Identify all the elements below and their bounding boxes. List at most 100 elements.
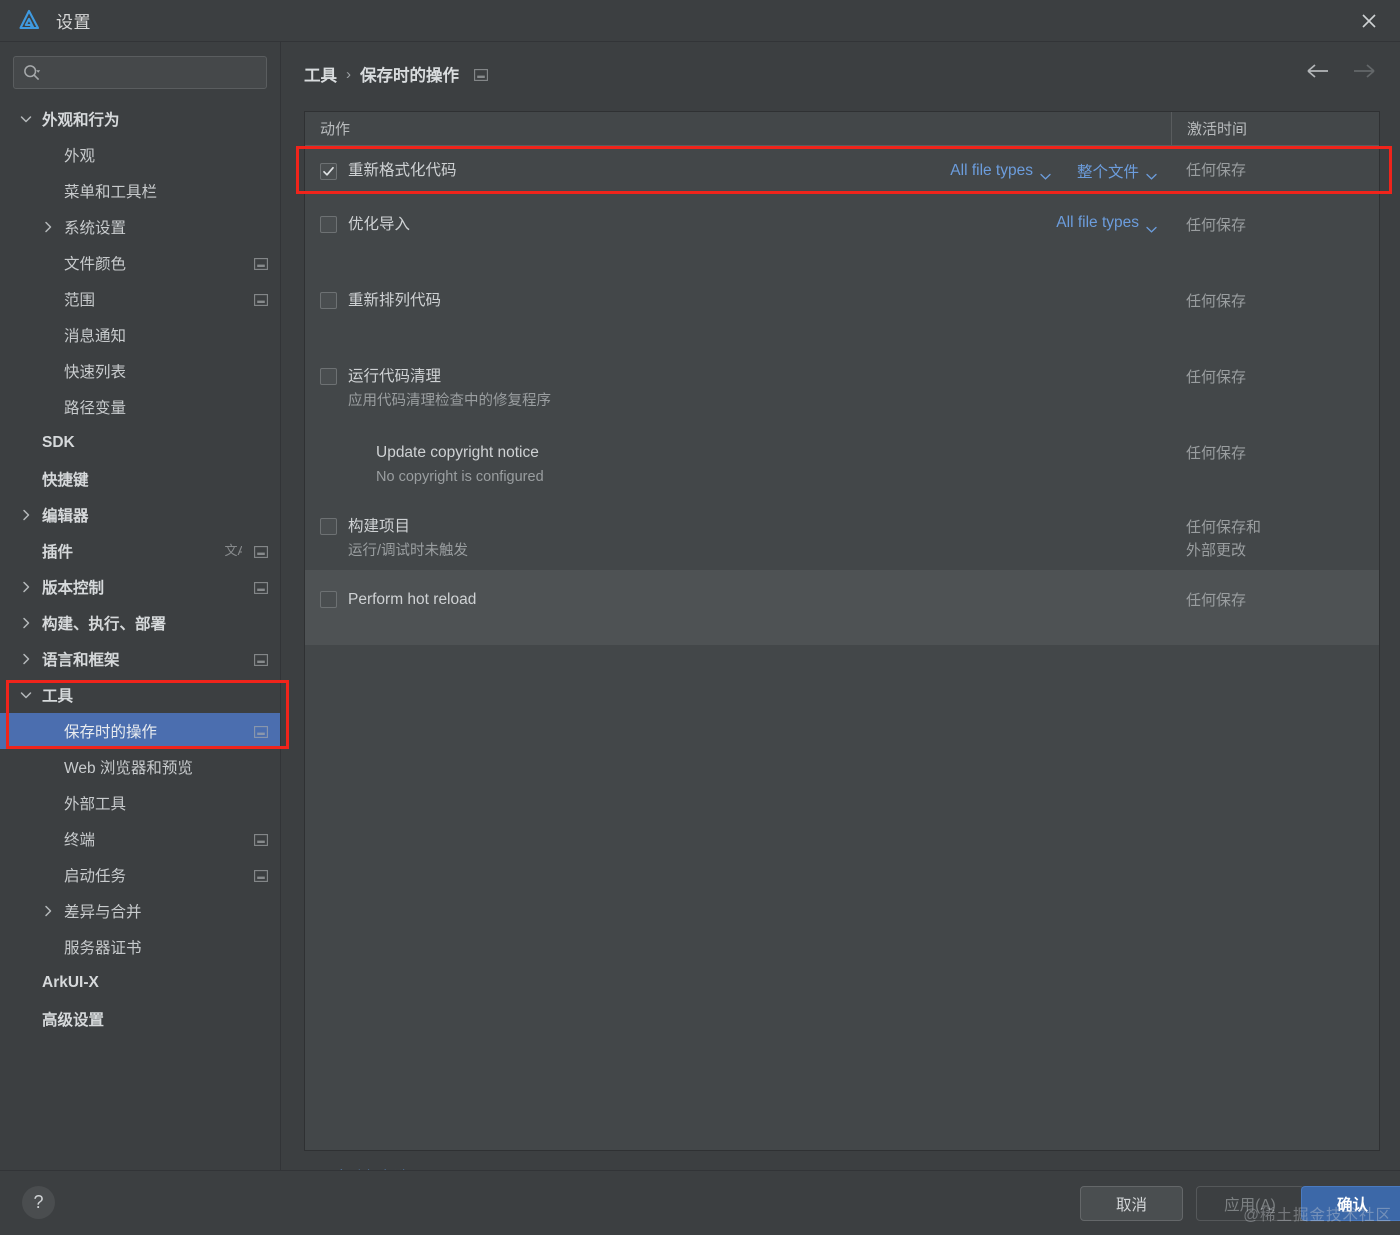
row-checkbox[interactable]	[320, 292, 337, 309]
row-optimize-imports[interactable]: 优化导入 All file types 任何保存	[305, 194, 1379, 270]
settings-dialog: 设置 外观和行为 外观 菜单和工具栏 系统设置 文件颜色 范围消息通知快速列表路径变量 SD…	[0, 0, 1400, 1235]
sidebar-item-label: 工具	[42, 688, 74, 705]
row-reformat-code[interactable]: 重新格式化代码 All file types 整个文件 任何保存	[305, 146, 1379, 194]
sidebar-item-appearance[interactable]: 外观	[0, 137, 280, 173]
activation-time: 任何保存和 外部更改	[1186, 519, 1262, 559]
sidebar-item-actions-on-save[interactable]: 保存时的操作	[0, 713, 280, 749]
sidebar-item-label: 插件	[42, 544, 74, 561]
chevron-right-icon[interactable]	[18, 651, 34, 667]
translate-icon[interactable]: 文A	[224, 542, 247, 560]
row-activation-cell: 任何保存和 外部更改	[1171, 496, 1379, 570]
row-checkbox[interactable]	[320, 162, 337, 180]
breadcrumb: 工具 › 保存时的操作	[304, 62, 488, 86]
column-header-action: 动作	[320, 121, 351, 138]
sidebar-item-label: 快速列表	[64, 364, 127, 381]
chevron-down-icon	[1040, 167, 1051, 180]
row-text-group: Update copyright notice No copyright is c…	[376, 442, 544, 487]
sidebar-item-diff-merge[interactable]: 差异与合并	[0, 893, 280, 929]
row-action-cell: Perform hot reload	[305, 570, 1171, 645]
chevron-down-icon	[1146, 220, 1157, 233]
row-update-copyright-notice[interactable]: Update copyright notice No copyright is c…	[305, 422, 1379, 496]
row-run-code-cleanup[interactable]: 运行代码清理 应用代码清理检查中的修复程序 任何保存	[305, 346, 1379, 422]
sidebar-item-arkui-x[interactable]: ArkUI-X	[0, 965, 280, 1001]
sidebar-item-tools[interactable]: 工具	[0, 677, 280, 713]
activation-time: 任何保存	[1186, 592, 1247, 609]
settings-box-icon[interactable]	[254, 653, 268, 666]
sidebar-item-advanced-settings[interactable]: 高级设置	[0, 1001, 280, 1037]
file-types-dropdown[interactable]: All file types	[1056, 214, 1157, 233]
sidebar-item-system-settings[interactable]: 系统设置	[0, 209, 280, 245]
sidebar-item-server-certificates[interactable]: 服务器证书	[0, 929, 280, 965]
row-action-cell: 重新格式化代码 All file types 整个文件	[305, 146, 1171, 194]
file-types-dropdown[interactable]: All file types	[950, 162, 1051, 180]
settings-box-icon[interactable]	[474, 68, 488, 81]
sidebar-item-label: 编辑器	[42, 508, 89, 525]
sidebar-item-label: 消息通知	[64, 328, 127, 345]
sidebar-item-startup-tasks[interactable]: 启动任务	[0, 857, 280, 893]
search-box[interactable]	[13, 56, 267, 89]
row-subtitle: No copyright is configured	[376, 469, 544, 485]
settings-box-icon[interactable]	[254, 833, 268, 846]
sidebar-item-build-execution-deployment[interactable]: 构建、执行、部署	[0, 605, 280, 641]
sidebar-item-version-control[interactable]: 版本控制	[0, 569, 280, 605]
sidebar-item-path-variables[interactable]: 路径变量	[0, 389, 280, 425]
settings-box-icon[interactable]	[254, 293, 268, 306]
sidebar-item-scopes[interactable]: 范围	[0, 281, 280, 317]
sidebar-item-menus-toolbars[interactable]: 菜单和工具栏	[0, 173, 280, 209]
sidebar-item-keymap[interactable]: 快捷键	[0, 461, 280, 497]
row-activation-cell: 任何保存	[1171, 346, 1379, 422]
settings-box-icon[interactable]	[254, 581, 268, 594]
settings-box-icon[interactable]	[254, 545, 268, 558]
sidebar-item-label: 版本控制	[42, 580, 105, 597]
close-icon[interactable]	[1338, 0, 1400, 42]
settings-box-icon[interactable]	[254, 257, 268, 270]
chevron-right-icon[interactable]	[18, 507, 34, 523]
row-rearrange-code[interactable]: 重新排列代码 任何保存	[305, 270, 1379, 346]
row-title: Perform hot reload	[348, 591, 477, 608]
row-build-project[interactable]: 构建项目 运行/调试时未触发 任何保存和 外部更改	[305, 496, 1379, 570]
settings-box-icon[interactable]	[254, 869, 268, 882]
help-button[interactable]: ?	[22, 1186, 55, 1219]
settings-box-icon[interactable]	[254, 725, 268, 738]
row-action-cell: Update copyright notice No copyright is c…	[305, 422, 1171, 496]
sidebar-item-label: 终端	[64, 832, 96, 849]
sidebar-item-appearance-behavior[interactable]: 外观和行为	[0, 101, 280, 137]
sidebar-item-external-tools[interactable]: 外部工具	[0, 785, 280, 821]
sidebar-item-quick-lists[interactable]: 快速列表	[0, 353, 280, 389]
ok-button[interactable]: 确认	[1301, 1186, 1400, 1221]
sidebar-item-sdk[interactable]: SDK	[0, 425, 280, 461]
sidebar-item-notifications[interactable]: 消息通知	[0, 317, 280, 353]
chevron-right-icon[interactable]	[18, 579, 34, 595]
sidebar-item-web-browsers-preview[interactable]: Web 浏览器和预览	[0, 749, 280, 785]
chevron-right-icon[interactable]	[18, 615, 34, 631]
chevron-right-icon[interactable]	[40, 219, 56, 235]
arrow-left-icon[interactable]	[1306, 62, 1330, 85]
row-activation-cell: 任何保存	[1171, 146, 1379, 194]
sidebar-item-file-colors[interactable]: 文件颜色	[0, 245, 280, 281]
chevron-down-icon[interactable]	[18, 687, 34, 703]
cancel-button[interactable]: 取消	[1080, 1186, 1183, 1221]
row-checkbox[interactable]	[320, 216, 337, 233]
row-title: 重新排列代码	[348, 292, 442, 309]
row-checkbox[interactable]	[320, 518, 337, 535]
search-input[interactable]	[47, 64, 258, 81]
row-checkbox[interactable]	[320, 591, 337, 608]
breadcrumb-parent[interactable]: 工具	[304, 62, 337, 86]
sidebar-item-plugins[interactable]: 插件 文A	[0, 533, 280, 569]
chevron-down-icon[interactable]	[18, 111, 34, 127]
scope-dropdown[interactable]: 整个文件	[1077, 160, 1157, 182]
row-activation-cell: 任何保存	[1171, 422, 1379, 496]
chevron-right-icon[interactable]	[40, 903, 56, 919]
row-checkbox[interactable]	[320, 368, 337, 385]
row-title: 运行代码清理	[348, 368, 442, 385]
sidebar-item-terminal[interactable]: 终端	[0, 821, 280, 857]
apply-button[interactable]: 应用(A)	[1196, 1186, 1304, 1221]
sidebar-item-editor[interactable]: 编辑器	[0, 497, 280, 533]
row-text-group: 重新排列代码	[348, 290, 441, 311]
title-bar: 设置	[0, 0, 1400, 42]
row-title: 优化导入	[348, 216, 411, 233]
row-perform-hot-reload[interactable]: Perform hot reload 任何保存	[305, 570, 1379, 645]
row-activation-cell: 任何保存	[1171, 570, 1379, 645]
row-title: Update copyright notice	[376, 444, 539, 461]
sidebar-item-languages-frameworks[interactable]: 语言和框架	[0, 641, 280, 677]
